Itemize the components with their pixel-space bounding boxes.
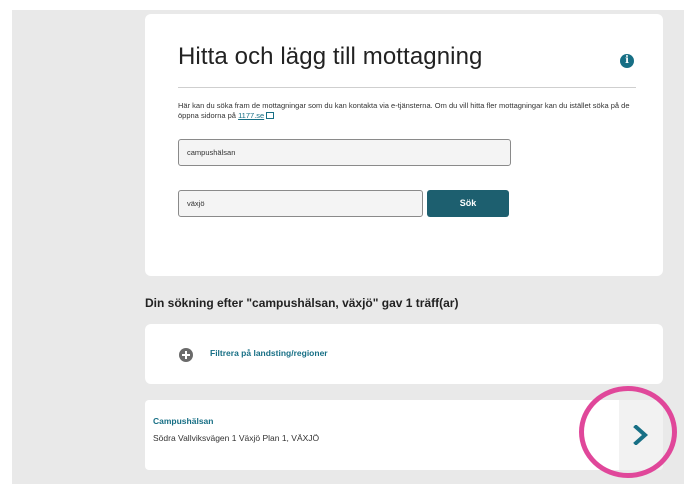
clinic-name-input[interactable]: campushälsan: [178, 139, 511, 166]
filter-regions-link[interactable]: Filtrera på landsting/regioner: [210, 348, 328, 358]
results-heading: Din sökning efter "campushälsan, växjö" …: [145, 296, 459, 310]
search-description: Här kan du söka fram de mottagningar som…: [178, 101, 638, 121]
plus-circle-icon[interactable]: [179, 348, 193, 362]
1177-link[interactable]: 1177.se: [238, 111, 264, 120]
filter-card[interactable]: Filtrera på landsting/regioner: [145, 324, 663, 384]
search-button[interactable]: Sök: [427, 190, 509, 217]
page-title: Hitta och lägg till mottagning: [178, 43, 483, 70]
chevron-right-icon[interactable]: [633, 425, 649, 445]
result-clinic-name[interactable]: Campushälsan: [153, 416, 213, 426]
divider: [178, 87, 636, 88]
list-item[interactable]: Campushälsan Södra Vallviksvägen 1 Växjö…: [145, 400, 663, 470]
search-card: Hitta och lägg till mottagning i Här kan…: [145, 14, 663, 276]
open-result-button[interactable]: [619, 400, 663, 470]
external-link-icon: [266, 112, 275, 119]
city-input[interactable]: växjö: [178, 190, 423, 217]
info-icon[interactable]: i: [620, 54, 634, 68]
result-address: Södra Vallviksvägen 1 Växjö Plan 1, VÄXJ…: [153, 433, 320, 443]
